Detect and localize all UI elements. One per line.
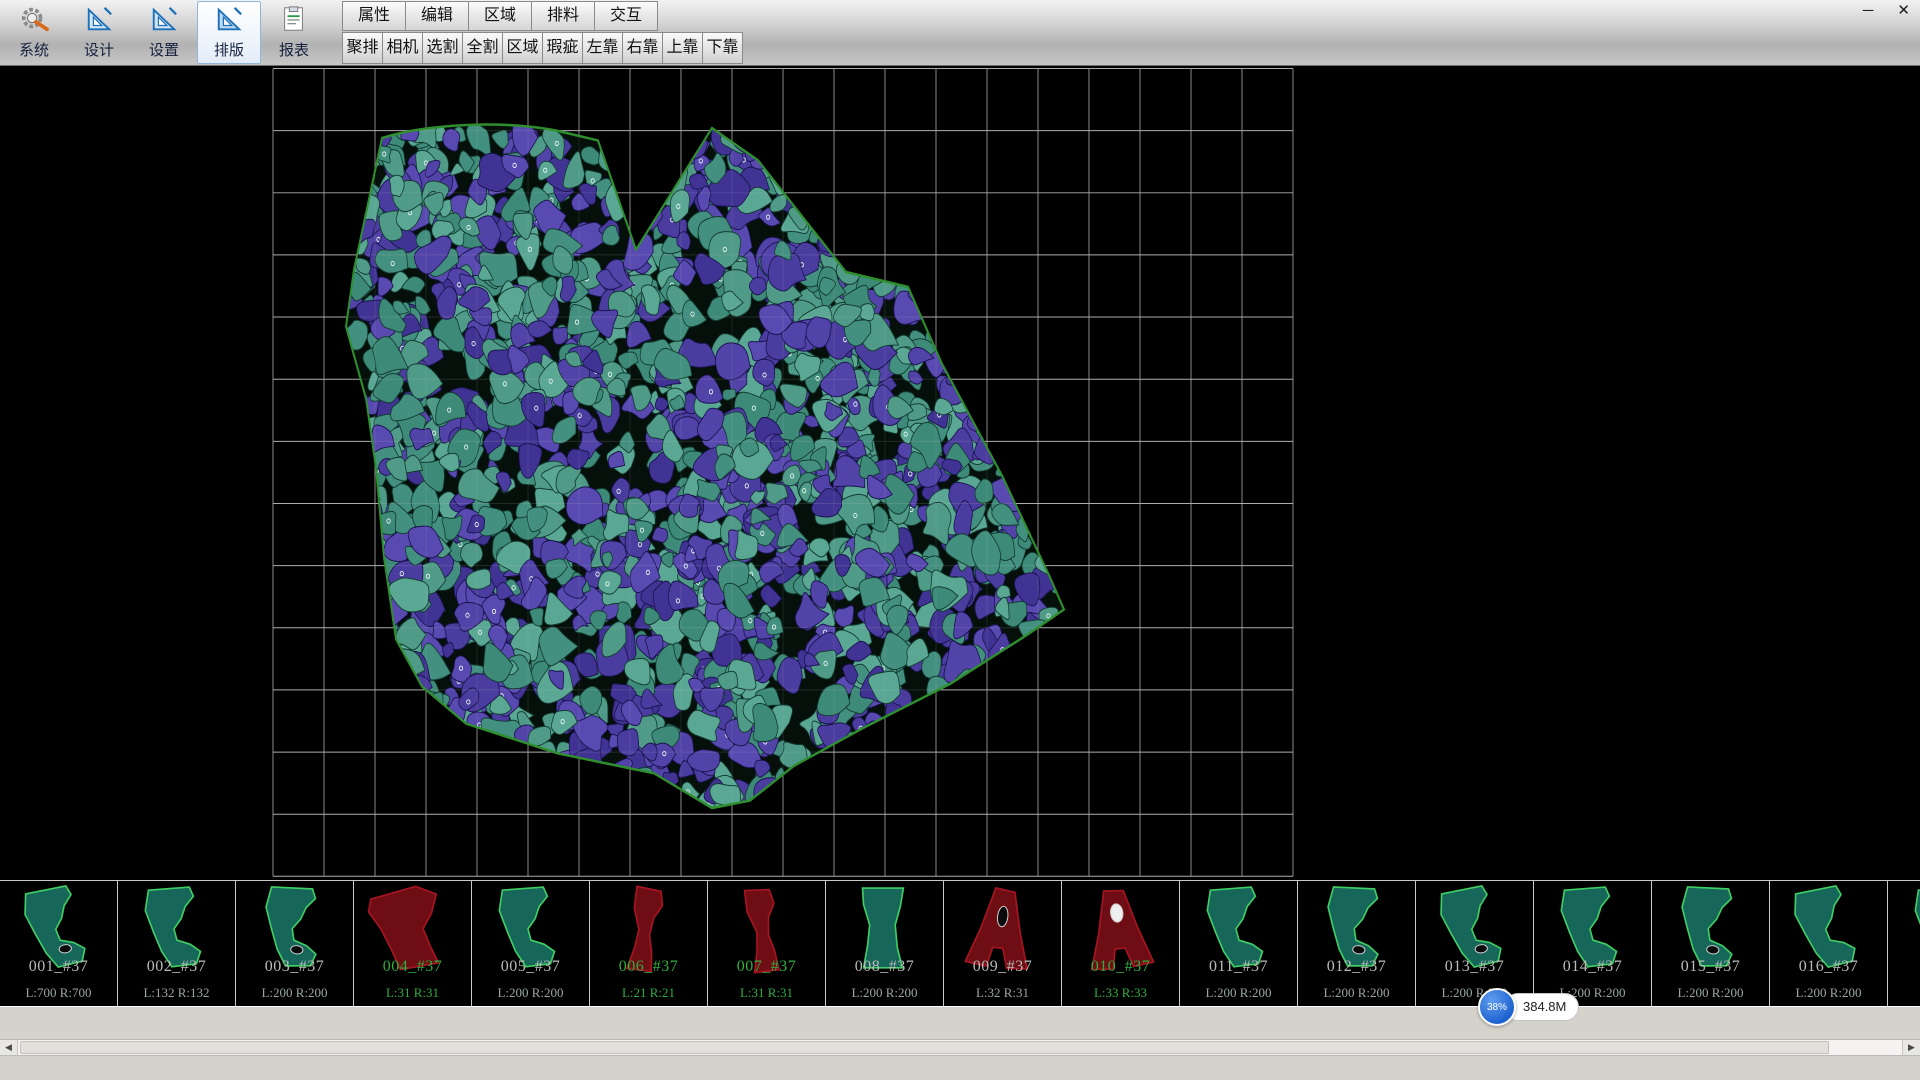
piece-id-label: 005_#37 bbox=[472, 958, 589, 976]
tool-button-8[interactable]: 右靠 bbox=[622, 32, 663, 64]
close-button[interactable]: ✕ bbox=[1893, 1, 1914, 21]
progress-badge: 38% bbox=[1478, 988, 1516, 1026]
piece-lr-label: L:200 R:200 bbox=[1298, 985, 1415, 1001]
piece-id-label: 013_#37 bbox=[1416, 958, 1533, 976]
tool-button-4[interactable]: 全割 bbox=[462, 32, 503, 64]
application-window: 系统 设计 bbox=[0, 0, 1920, 1080]
piece-lr-label: L:33 R:33 bbox=[1062, 985, 1179, 1001]
piece-lr-label: L:32 R:31 bbox=[944, 985, 1061, 1001]
gear-icon bbox=[18, 5, 50, 38]
toolbar: 系统 设计 bbox=[0, 0, 1920, 66]
report-icon bbox=[280, 5, 308, 38]
piece-lr-label: L:700 R:700 bbox=[0, 985, 117, 1001]
tool-button-3[interactable]: 选割 bbox=[422, 32, 463, 64]
set-square-icon bbox=[150, 5, 178, 38]
piece-id-label: 010_#37 bbox=[1062, 958, 1179, 976]
piece-thumbnail[interactable]: 004_#37 L:31 R:31 bbox=[354, 881, 472, 1006]
menu-tab-4[interactable]: 排料 bbox=[531, 1, 595, 31]
piece-thumbnail[interactable]: 007_#37 L:31 R:31 bbox=[708, 881, 826, 1006]
nesting-canvas[interactable] bbox=[0, 66, 1920, 880]
app-tab-report[interactable]: 报表 bbox=[262, 1, 326, 64]
app-tab-settings[interactable]: 设置 bbox=[132, 1, 196, 64]
app-tab-label: 报表 bbox=[279, 39, 309, 60]
piece-id-label: 008_#37 bbox=[826, 958, 943, 976]
piece-id-label: 007_#37 bbox=[708, 958, 825, 976]
piece-thumbnail[interactable]: 008_#37 L:200 R:200 bbox=[826, 881, 944, 1006]
status-bar: ◀ ▶ bbox=[0, 1006, 1920, 1080]
tool-button-9[interactable]: 上靠 bbox=[662, 32, 703, 64]
menu-tab-row: 属性编辑区域排料交互 bbox=[342, 1, 742, 31]
piece-thumbnail[interactable]: 005_#37 L:200 R:200 bbox=[472, 881, 590, 1006]
piece-thumbnail[interactable]: 015_#37 L:200 R:200 bbox=[1652, 881, 1770, 1006]
piece-id-label: 004_#37 bbox=[354, 958, 471, 976]
piece-shape-teal bbox=[1895, 884, 1920, 978]
app-tab-system[interactable]: 系统 bbox=[2, 1, 66, 64]
memory-status: 38% 384.8M bbox=[1478, 988, 1579, 1026]
piece-id-label: 012_#37 bbox=[1298, 958, 1415, 976]
tool-button-7[interactable]: 左靠 bbox=[582, 32, 623, 64]
piece-id-label: 014_#37 bbox=[1534, 958, 1651, 976]
app-tab-label: 设计 bbox=[84, 39, 114, 60]
piece-thumbnail[interactable]: 009_#37 L:32 R:31 bbox=[944, 881, 1062, 1006]
tool-button-1[interactable]: 聚排 bbox=[342, 32, 383, 64]
piece-thumbnail[interactable]: 006_#37 L:21 R:21 bbox=[590, 881, 708, 1006]
piece-thumbnail-strip: 001_#37 L:700 R:700002_#37 L:132 R:132003_… bbox=[0, 880, 1920, 1006]
tool-button-5[interactable]: 区域 bbox=[502, 32, 543, 64]
app-tab-label: 系统 bbox=[19, 39, 49, 60]
menu-tab-2[interactable]: 编辑 bbox=[405, 1, 469, 31]
tool-button-10[interactable]: 下靠 bbox=[702, 32, 743, 64]
minimize-button[interactable]: ─ bbox=[1859, 1, 1878, 21]
piece-lr-label: L:200 R:200 bbox=[236, 985, 353, 1001]
scrollbar-track[interactable] bbox=[18, 1040, 1902, 1055]
piece-thumbnail[interactable]: 001_#37 L:700 R:700 bbox=[0, 881, 118, 1006]
window-controls: ─ ✕ bbox=[1859, 1, 1914, 21]
piece-lr-label: L:200 R:200 bbox=[472, 985, 589, 1001]
piece-thumbnail[interactable]: 012_#37 L:200 R:200 bbox=[1298, 881, 1416, 1006]
piece-lr-label: L:200 R:200 bbox=[1652, 985, 1769, 1001]
scrollbar-thumb[interactable] bbox=[20, 1041, 1829, 1054]
app-tab-bar: 系统 设计 bbox=[0, 0, 328, 65]
piece-lr-label: L:200 R:200 bbox=[1180, 985, 1297, 1001]
piece-lr-label: L:132 R:132 bbox=[118, 985, 235, 1001]
piece-thumbnail[interactable] bbox=[1888, 881, 1920, 1006]
piece-lr-label: L:31 R:31 bbox=[354, 985, 471, 1001]
menu-tab-5[interactable]: 交互 bbox=[594, 1, 658, 31]
horizontal-scrollbar[interactable]: ◀ ▶ bbox=[0, 1039, 1920, 1056]
piece-thumbnail[interactable]: 010_#37 L:33 R:33 bbox=[1062, 881, 1180, 1006]
app-tab-label: 排版 bbox=[214, 39, 244, 60]
piece-thumbnail[interactable]: 002_#37 L:132 R:132 bbox=[118, 881, 236, 1006]
piece-id-label: 006_#37 bbox=[590, 958, 707, 976]
piece-lr-label: L:200 R:200 bbox=[826, 985, 943, 1001]
piece-id-label: 016_#37 bbox=[1770, 958, 1887, 976]
app-tab-layout[interactable]: 排版 bbox=[197, 1, 261, 64]
piece-id-label: 015_#37 bbox=[1652, 958, 1769, 976]
piece-id-label: 011_#37 bbox=[1180, 958, 1297, 976]
menu-tab-1[interactable]: 属性 bbox=[342, 1, 406, 31]
scroll-right-icon[interactable]: ▶ bbox=[1902, 1040, 1920, 1055]
piece-thumbnail[interactable]: 003_#37 L:200 R:200 bbox=[236, 881, 354, 1006]
piece-lr-label: L:200 R:200 bbox=[1770, 985, 1887, 1001]
tool-button-2[interactable]: 相机 bbox=[382, 32, 423, 64]
piece-lr-label: L:21 R:21 bbox=[590, 985, 707, 1001]
scroll-left-icon[interactable]: ◀ bbox=[0, 1040, 18, 1055]
app-tab-design[interactable]: 设计 bbox=[67, 1, 131, 64]
menu-area: 属性编辑区域排料交互 聚排相机选割全割区域瑕疵左靠右靠上靠下靠 bbox=[342, 0, 742, 65]
piece-thumbnail[interactable]: 016_#37 L:200 R:200 bbox=[1770, 881, 1888, 1006]
piece-id-label: 003_#37 bbox=[236, 958, 353, 976]
piece-id-label: 009_#37 bbox=[944, 958, 1061, 976]
piece-lr-label: L:31 R:31 bbox=[708, 985, 825, 1001]
app-tab-label: 设置 bbox=[149, 39, 179, 60]
piece-thumbnail[interactable]: 011_#37 L:200 R:200 bbox=[1180, 881, 1298, 1006]
tool-button-6[interactable]: 瑕疵 bbox=[542, 32, 583, 64]
set-square-icon bbox=[85, 5, 113, 38]
hide-layout-view bbox=[0, 66, 1920, 880]
tool-button-row: 聚排相机选割全割区域瑕疵左靠右靠上靠下靠 bbox=[342, 32, 742, 64]
piece-id-label: 002_#37 bbox=[118, 958, 235, 976]
piece-id-label: 001_#37 bbox=[0, 958, 117, 976]
set-square-icon bbox=[215, 5, 243, 38]
menu-tab-3[interactable]: 区域 bbox=[468, 1, 532, 31]
